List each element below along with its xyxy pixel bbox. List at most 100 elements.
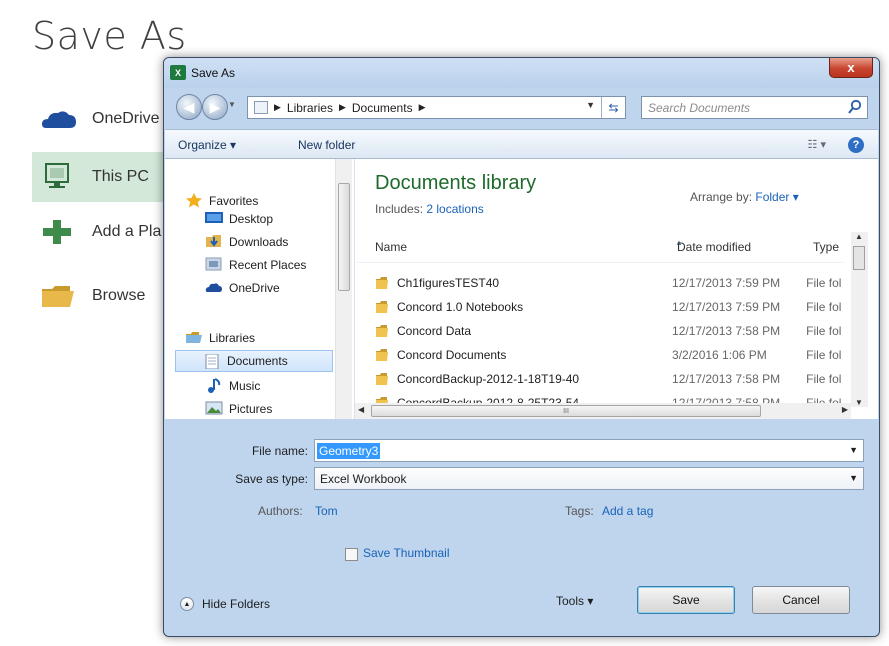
chevron-down-icon[interactable]: ▼ <box>849 445 858 455</box>
folder-icon <box>375 300 389 314</box>
search-icon[interactable] <box>847 99 863 115</box>
scroll-thumb[interactable]: III <box>371 405 761 417</box>
backstage-item-add-place[interactable]: Add a Pla <box>32 207 172 257</box>
downloads-icon <box>205 234 223 249</box>
help-icon[interactable]: ? <box>848 137 864 153</box>
search-input[interactable]: Search Documents <box>641 96 868 119</box>
file-browser: Favorites Desktop Downloads Recent Place… <box>165 159 878 419</box>
filename-input[interactable]: Geometry3 ▼ <box>314 439 864 462</box>
cloud-icon <box>205 280 223 295</box>
save-thumbnail-checkbox[interactable] <box>345 548 358 561</box>
file-type: File fol <box>806 300 842 314</box>
scroll-down-icon[interactable]: ▼ <box>855 398 863 407</box>
savetype-value: Excel Workbook <box>320 471 407 486</box>
column-header-type[interactable]: Type <box>813 232 849 262</box>
file-date: 12/17/2013 7:58 PM <box>672 372 781 386</box>
pictures-icon <box>205 401 223 416</box>
file-date: 12/17/2013 7:58 PM <box>672 324 781 338</box>
nav-desktop[interactable]: Desktop <box>205 211 273 226</box>
nav-label: Documents <box>227 354 288 368</box>
scroll-thumb[interactable] <box>853 246 865 270</box>
desktop-icon <box>205 211 223 226</box>
nav-pictures[interactable]: Pictures <box>205 401 272 416</box>
backstage-item-browse[interactable]: Browse <box>32 271 172 321</box>
file-row[interactable]: ConcordBackup-2012-1-18T19-40 12/17/2013 … <box>375 367 845 391</box>
arrange-by-dropdown[interactable]: Folder ▾ <box>755 190 798 204</box>
authors-value[interactable]: Tom <box>315 504 338 518</box>
new-folder-button[interactable]: New folder <box>298 138 355 152</box>
tools-button[interactable]: Tools ▾ <box>556 594 593 608</box>
close-button[interactable]: x <box>829 58 873 78</box>
dialog-titlebar[interactable]: X Save As x <box>164 58 879 88</box>
forward-icon[interactable]: ▶ <box>202 94 228 120</box>
recent-pages-chevron-icon[interactable]: ▼ <box>228 100 236 109</box>
horizontal-scrollbar[interactable]: ◀ III ▶ <box>355 403 851 419</box>
scroll-up-icon[interactable]: ▲ <box>855 232 863 241</box>
cloud-icon <box>40 104 80 134</box>
cancel-button[interactable]: Cancel <box>752 586 850 614</box>
documents-icon <box>203 353 221 369</box>
chevron-down-icon[interactable]: ▼ <box>849 473 858 483</box>
file-row[interactable]: Concord 1.0 Notebooks 12/17/2013 7:59 PM F… <box>375 295 845 319</box>
nav-label: Downloads <box>229 234 289 249</box>
includes-locations-link[interactable]: 2 locations <box>426 202 483 216</box>
backstage-item-onedrive[interactable]: OneDrive <box>32 94 172 144</box>
organize-button[interactable]: Organize ▾ <box>178 138 236 152</box>
folder-icon <box>375 348 389 362</box>
scroll-right-icon[interactable]: ▶ <box>842 405 848 414</box>
filename-value: Geometry3 <box>317 442 381 459</box>
breadcrumb-arrow-icon[interactable]: ▶ <box>339 102 346 113</box>
nav-favorites[interactable]: Favorites <box>185 193 258 208</box>
nav-downloads[interactable]: Downloads <box>205 234 288 249</box>
tags-value[interactable]: Add a tag <box>602 504 653 518</box>
save-thumbnail-label[interactable]: Save Thumbnail <box>363 546 450 560</box>
file-row[interactable]: Concord Documents 3/2/2016 1:06 PM File fo… <box>375 343 845 367</box>
file-date: 3/2/2016 1:06 PM <box>672 348 767 362</box>
refresh-icon[interactable]: ⇆ <box>601 97 625 118</box>
arrange-by: Arrange by: Folder ▾ <box>690 190 799 204</box>
file-list-scrollbar[interactable]: ▲ ▼ <box>851 232 868 407</box>
breadcrumb-documents[interactable]: Documents <box>352 101 413 115</box>
backstage-label: This PC <box>92 168 149 185</box>
backstage-item-this-pc[interactable]: This PC <box>32 152 172 202</box>
file-name: Concord 1.0 Notebooks <box>397 300 524 314</box>
folder-icon <box>375 324 389 338</box>
nav-music[interactable]: Music <box>205 378 260 393</box>
nav-documents[interactable]: Documents <box>175 350 333 372</box>
nav-label: Desktop <box>229 211 274 226</box>
scroll-thumb[interactable] <box>338 183 350 291</box>
filename-label: File name: <box>251 444 308 458</box>
column-header-name[interactable]: Name <box>375 232 655 262</box>
nav-label: Pictures <box>229 401 273 416</box>
file-date: 12/17/2013 7:59 PM <box>672 300 781 314</box>
backstage-label: OneDrive <box>92 110 160 127</box>
file-row[interactable]: Concord Data 12/17/2013 7:58 PM File fol <box>375 319 845 343</box>
nav-recent-places[interactable]: Recent Places <box>205 257 306 272</box>
file-type: File fol <box>806 348 842 362</box>
nav-libraries[interactable]: Libraries <box>185 330 255 345</box>
nav-onedrive[interactable]: OneDrive <box>205 280 280 295</box>
file-name: Concord Data <box>397 324 472 338</box>
file-row[interactable]: Ch1figuresTEST40 12/17/2013 7:59 PM File f… <box>375 271 845 295</box>
column-divider <box>357 262 844 263</box>
navigation-scrollbar[interactable] <box>335 159 352 419</box>
arrange-label: Arrange by: <box>690 190 753 204</box>
backstage-label: Add a Pla <box>92 223 162 240</box>
address-dropdown-icon[interactable]: ▼ <box>586 100 595 110</box>
folder-icon <box>375 276 389 290</box>
column-header-date[interactable]: Date modified <box>677 232 797 262</box>
breadcrumb-arrow-icon[interactable]: ▶ <box>274 102 281 113</box>
scroll-left-icon[interactable]: ◀ <box>358 405 364 414</box>
save-button[interactable]: Save <box>637 586 735 614</box>
breadcrumb-libraries[interactable]: Libraries <box>287 101 333 115</box>
folder-icon <box>40 281 80 311</box>
back-icon[interactable]: ◀ <box>176 94 202 120</box>
address-bar[interactable]: ▶ Libraries ▶ Documents ▶ ▼ ⇆ <box>247 96 626 119</box>
breadcrumb-arrow-icon[interactable]: ▶ <box>419 102 426 113</box>
recent-places-icon <box>205 257 223 272</box>
plus-icon <box>40 217 80 247</box>
search-placeholder: Search Documents <box>648 100 751 115</box>
savetype-select[interactable]: Excel Workbook ▼ <box>314 467 864 490</box>
hide-folders-button[interactable]: ▲ Hide Folders <box>180 597 270 611</box>
change-view-icon[interactable]: ☷ ▾ <box>808 138 826 151</box>
